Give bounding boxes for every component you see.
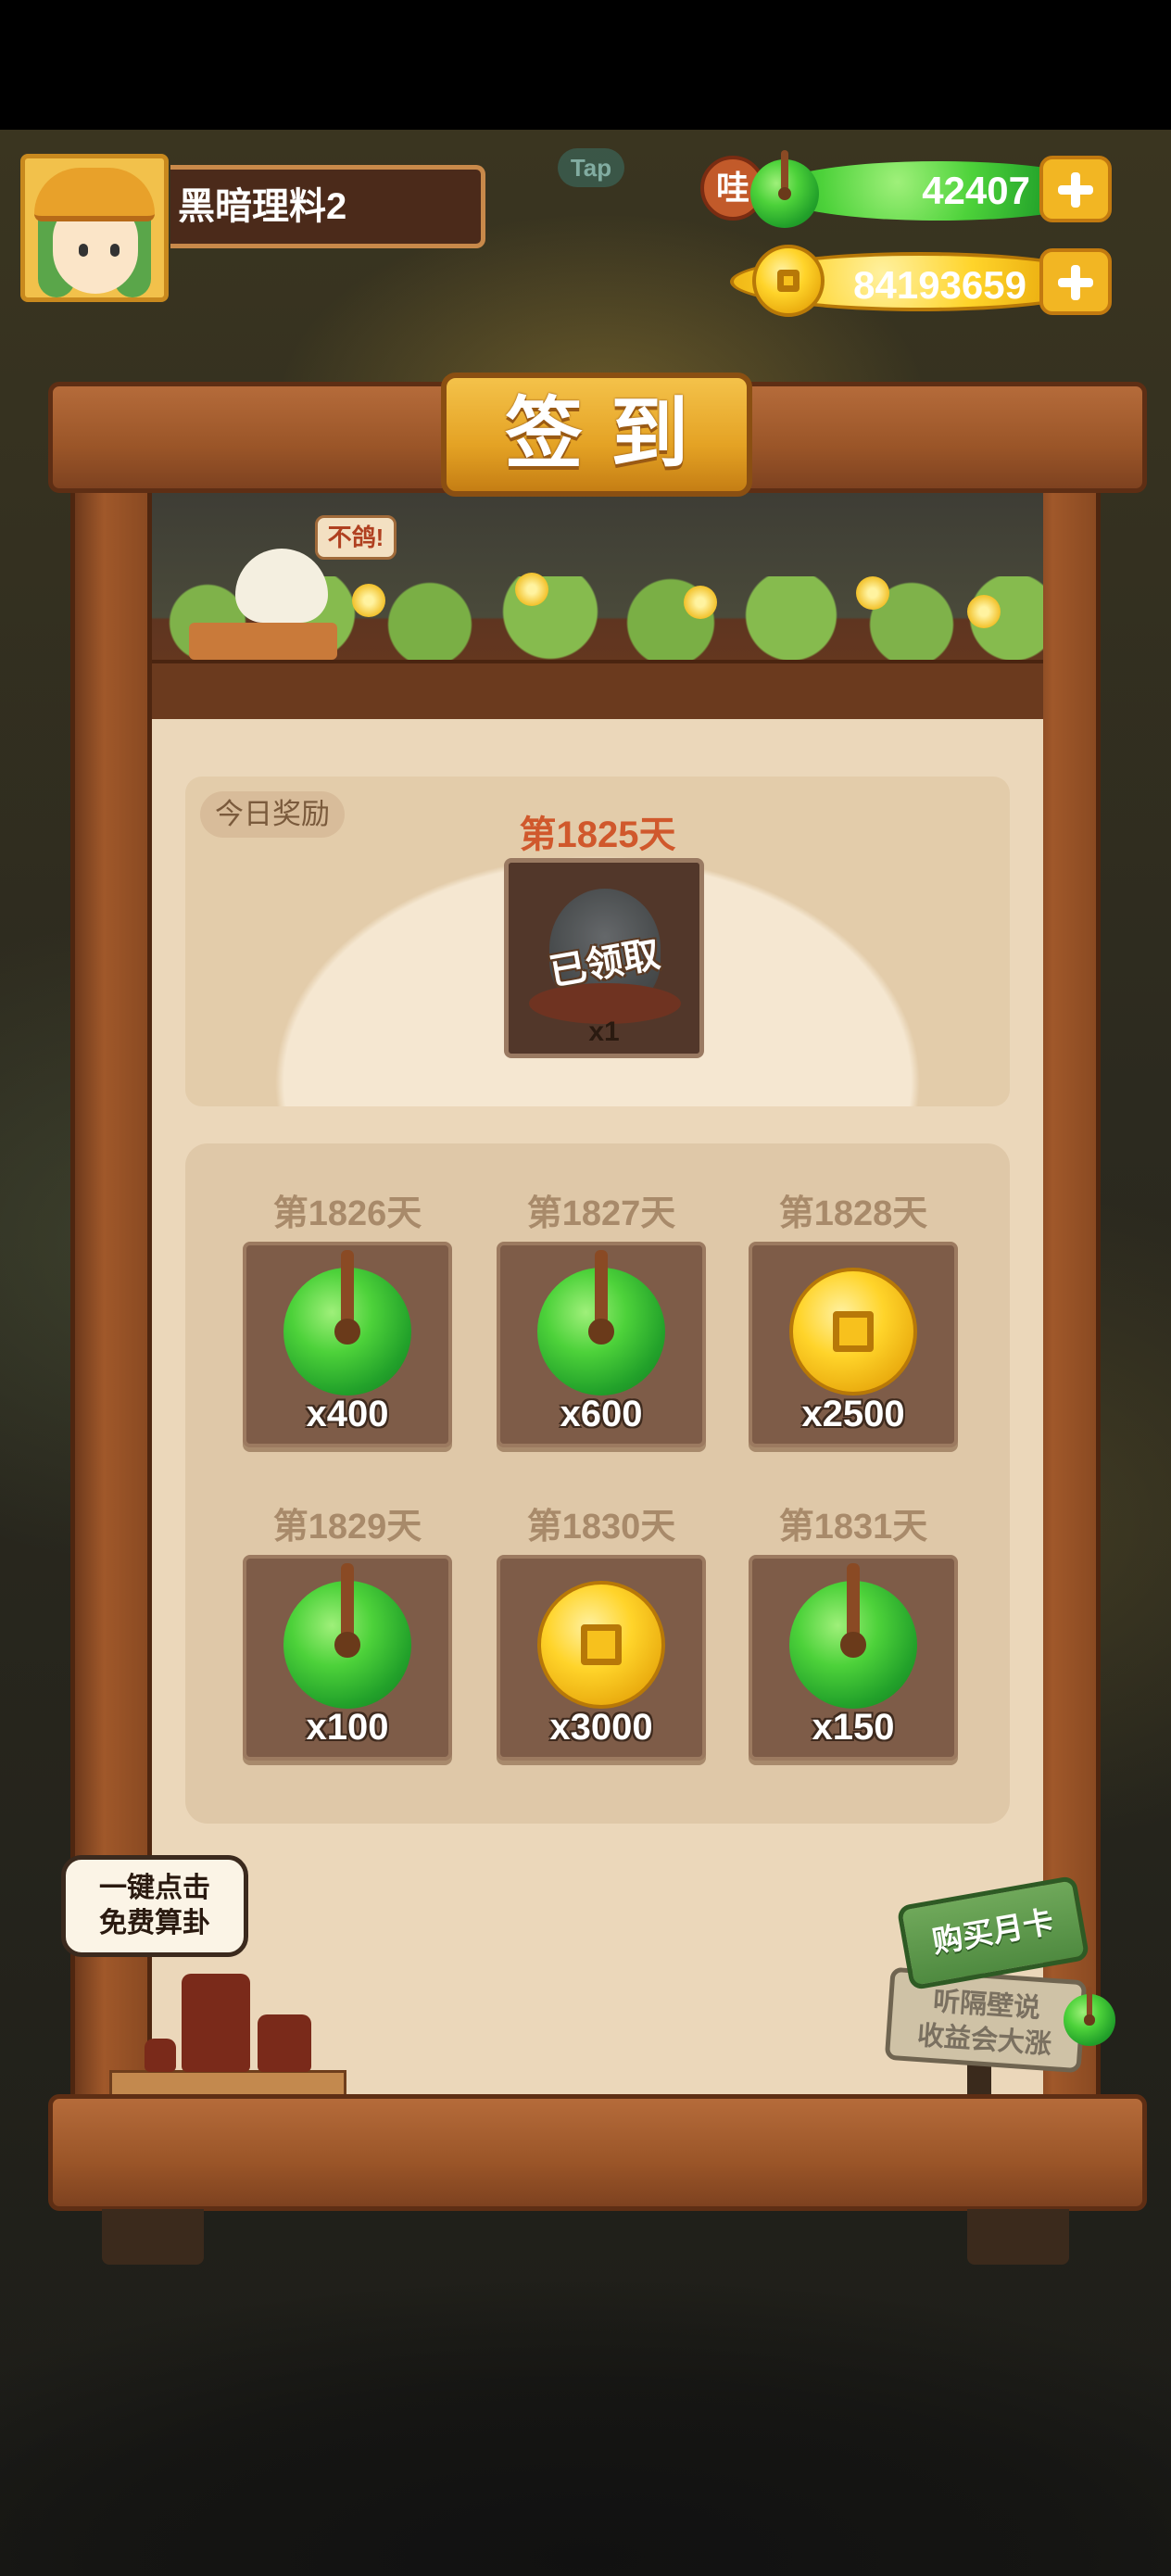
reward-quantity: x3000 <box>549 1707 653 1748</box>
awning-band <box>152 660 1043 719</box>
checkin-board: 今日奖励 第1825天 已领取 x1 第1826天 x400 第1827天 x6… <box>152 719 1043 2096</box>
chick-speech-bubble: 不鸽! <box>315 515 397 560</box>
frame-bottom-beam <box>48 2094 1147 2211</box>
jar-icon <box>182 1974 250 2072</box>
reward-quantity: x400 <box>306 1394 389 1434</box>
jade-icon <box>789 1562 917 1709</box>
upcoming-rewards-grid: 第1826天 x400 第1827天 x600 第1828天 x2500 第18… <box>185 1143 1010 1824</box>
chick-icon <box>235 549 328 623</box>
flower-icon <box>352 584 385 617</box>
player-avatar[interactable] <box>20 154 169 302</box>
reward-card[interactable]: x2500 <box>749 1242 958 1447</box>
flower-icon <box>967 595 1001 628</box>
fortune-line-1: 一键点击 <box>99 1873 210 1903</box>
add-jade-button[interactable] <box>1039 156 1112 222</box>
reward-card[interactable]: x100 <box>243 1555 452 1761</box>
free-fortune-button[interactable]: 一键点击 免费算卦 <box>61 1855 248 1957</box>
jade-icon <box>750 149 819 228</box>
flower-icon <box>856 576 889 610</box>
frame-foot-left <box>102 2209 204 2265</box>
avatar-eye-right <box>110 244 120 257</box>
frame-foot-right <box>967 2209 1069 2265</box>
jade-icon <box>1064 1987 1115 2046</box>
reward-day-label: 第1826天 <box>272 1194 422 1233</box>
today-reward-section: 今日奖励 第1825天 已领取 x1 <box>185 777 1010 1106</box>
tap-hint[interactable]: Tap <box>558 148 624 187</box>
player-name: 黑暗理料2 <box>170 165 485 248</box>
reward-card[interactable]: x600 <box>497 1242 706 1447</box>
fortune-line-2: 免费算卦 <box>99 1908 210 1938</box>
reward-day-label: 第1829天 <box>272 1508 422 1547</box>
jade-icon <box>283 1562 411 1709</box>
flower-icon <box>684 586 717 619</box>
panel-title: 签到 <box>441 373 752 497</box>
reward-quantity: x150 <box>812 1707 895 1748</box>
reward-card[interactable]: x150 <box>749 1555 958 1761</box>
reward-day-label: 第1831天 <box>778 1508 928 1547</box>
jar-icon <box>258 2014 311 2072</box>
crate-decoration <box>189 623 337 660</box>
jar-icon <box>145 2039 176 2072</box>
coin-icon <box>537 1581 665 1709</box>
jade-icon <box>537 1249 665 1395</box>
reward-quantity: x600 <box>560 1394 643 1434</box>
top-decoration <box>152 493 1043 719</box>
jade-icon <box>283 1249 411 1395</box>
reward-day-label: 第1828天 <box>778 1194 928 1233</box>
avatar-eye-left <box>79 244 88 257</box>
today-day-label: 第1825天 <box>519 814 676 855</box>
reward-day-label: 第1827天 <box>526 1194 676 1233</box>
reward-day-label: 第1830天 <box>526 1508 676 1547</box>
avatar-hat <box>34 168 155 221</box>
reward-card[interactable]: x400 <box>243 1242 452 1447</box>
coin-icon <box>789 1268 917 1395</box>
coin-icon <box>752 245 825 317</box>
add-coin-button[interactable] <box>1039 248 1112 315</box>
today-reward-quantity: x1 <box>588 1017 620 1047</box>
reward-quantity: x100 <box>306 1707 389 1748</box>
flower-icon <box>515 573 548 606</box>
reward-quantity: x2500 <box>801 1394 905 1434</box>
reward-card[interactable]: x3000 <box>497 1555 706 1761</box>
today-reward-card[interactable]: 已领取 x1 <box>504 858 704 1058</box>
